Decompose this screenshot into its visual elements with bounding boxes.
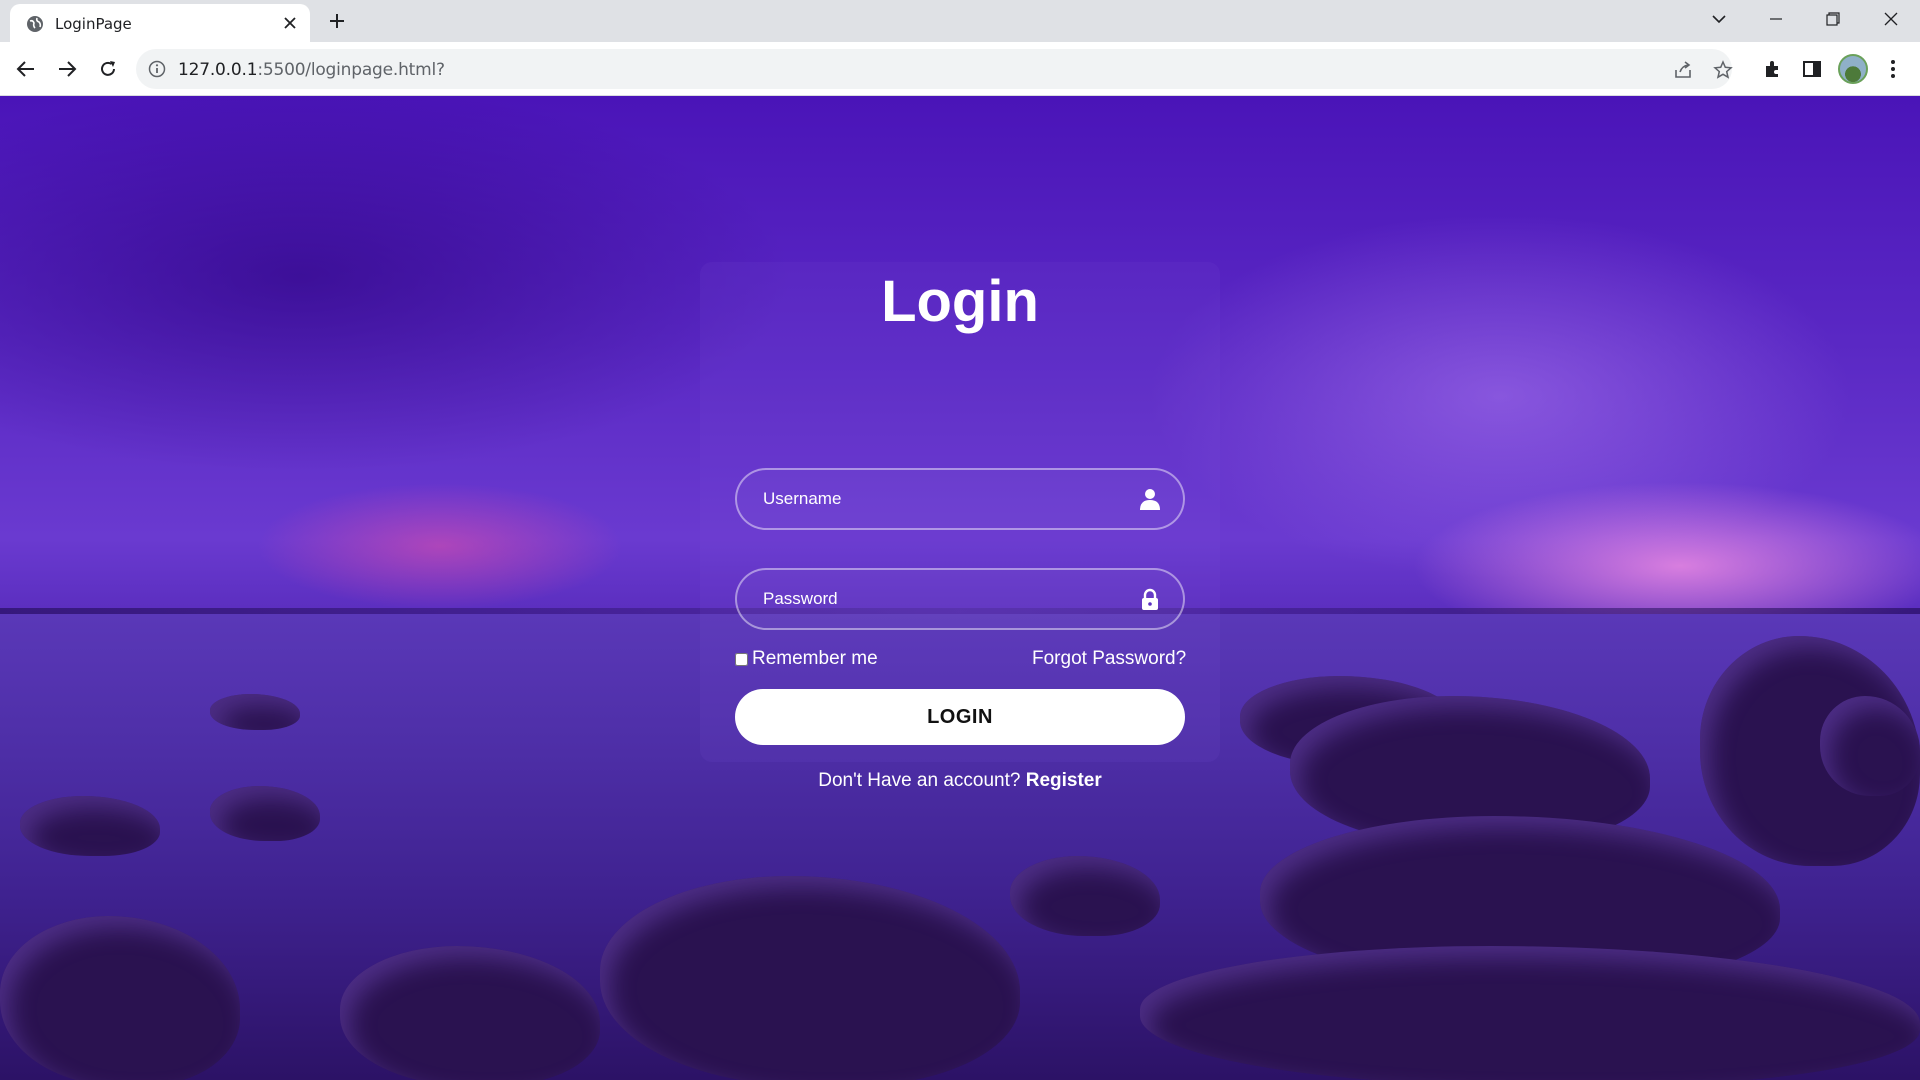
tab-search-chevron-icon[interactable] [1707,8,1731,30]
browser-toolbar: 127.0.0.1:5500/loginpage.html? [0,42,1920,96]
browser-tab[interactable]: LoginPage [10,4,310,42]
login-title: Login [881,269,1039,334]
lock-icon [1142,588,1158,610]
login-button[interactable]: LOGIN [735,689,1185,745]
reload-icon[interactable] [94,55,122,83]
address-bar[interactable]: 127.0.0.1:5500/loginpage.html? [136,49,1734,89]
minimize-icon[interactable] [1764,8,1788,30]
remember-me[interactable]: Remember me [735,648,878,670]
share-icon[interactable] [1672,59,1694,81]
remember-me-checkbox[interactable] [735,652,748,666]
bookmark-star-icon[interactable] [1712,59,1734,81]
restore-icon[interactable] [1821,8,1845,30]
rock [210,694,300,730]
close-tab-icon[interactable] [282,15,298,31]
back-icon[interactable] [12,55,40,83]
extensions-icon[interactable] [1758,55,1786,83]
globe-icon [27,16,43,32]
forgot-password-link[interactable]: Forgot Password? [1032,648,1186,670]
url-text[interactable]: 127.0.0.1:5500/loginpage.html? [178,60,445,80]
remember-me-label: Remember me [752,648,878,669]
new-tab-icon[interactable] [326,10,348,32]
forward-icon[interactable] [53,55,81,83]
site-info-icon[interactable] [148,60,166,78]
more-menu-icon[interactable] [1879,55,1907,83]
register-line: Don't Have an account? Register [0,770,1920,792]
profile-avatar[interactable] [1838,54,1868,84]
tab-title: LoginPage [55,15,132,33]
no-account-text: Don't Have an account? [818,770,1021,791]
register-link[interactable]: Register [1026,770,1102,791]
browser-tab-bar: LoginPage [0,0,1920,42]
close-window-icon[interactable] [1879,8,1903,30]
password-input[interactable] [761,570,1121,628]
user-icon [1140,489,1160,510]
username-input[interactable] [761,470,1121,528]
side-panel-icon[interactable] [1798,55,1826,83]
password-field[interactable] [735,568,1185,630]
username-field[interactable] [735,468,1185,530]
